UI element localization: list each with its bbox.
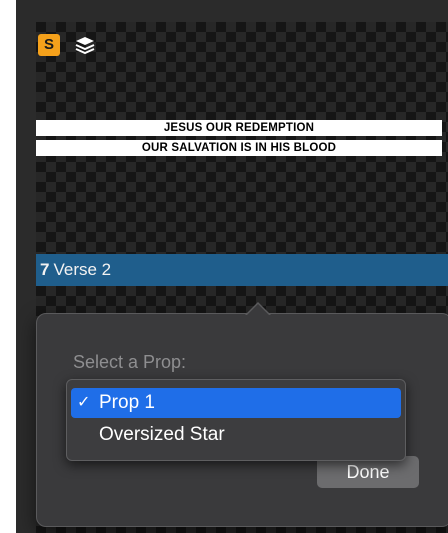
slide-text-line-1: JESUS OUR REDEMPTION bbox=[36, 120, 442, 136]
menu-item-oversized-star[interactable]: Oversized Star bbox=[71, 420, 401, 450]
menu-item-label: Oversized Star bbox=[99, 424, 225, 445]
checkmark-icon: ✓ bbox=[77, 394, 91, 411]
slide-text-line-2: OUR SALVATION IS IN HIS BLOOD bbox=[36, 140, 442, 156]
menu-item-prop-1[interactable]: ✓ Prop 1 bbox=[71, 388, 401, 418]
slide-s-badge[interactable]: S bbox=[38, 34, 60, 56]
slide-number: 7 bbox=[40, 260, 50, 279]
slide-preview[interactable]: S JESUS OUR REDEMPTION OUR SALVATION IS … bbox=[36, 22, 448, 254]
slide-name: Verse 2 bbox=[53, 260, 112, 279]
layers-icon[interactable] bbox=[74, 35, 96, 55]
app-window: S JESUS OUR REDEMPTION OUR SALVATION IS … bbox=[16, 0, 448, 533]
prop-dropdown-menu: ✓ Prop 1 Oversized Star bbox=[66, 379, 406, 461]
select-prop-label: Select a Prop: bbox=[73, 352, 187, 372]
menu-item-label: Prop 1 bbox=[99, 392, 155, 413]
slide-label-bar[interactable]: 7 Verse 2 bbox=[36, 254, 448, 286]
